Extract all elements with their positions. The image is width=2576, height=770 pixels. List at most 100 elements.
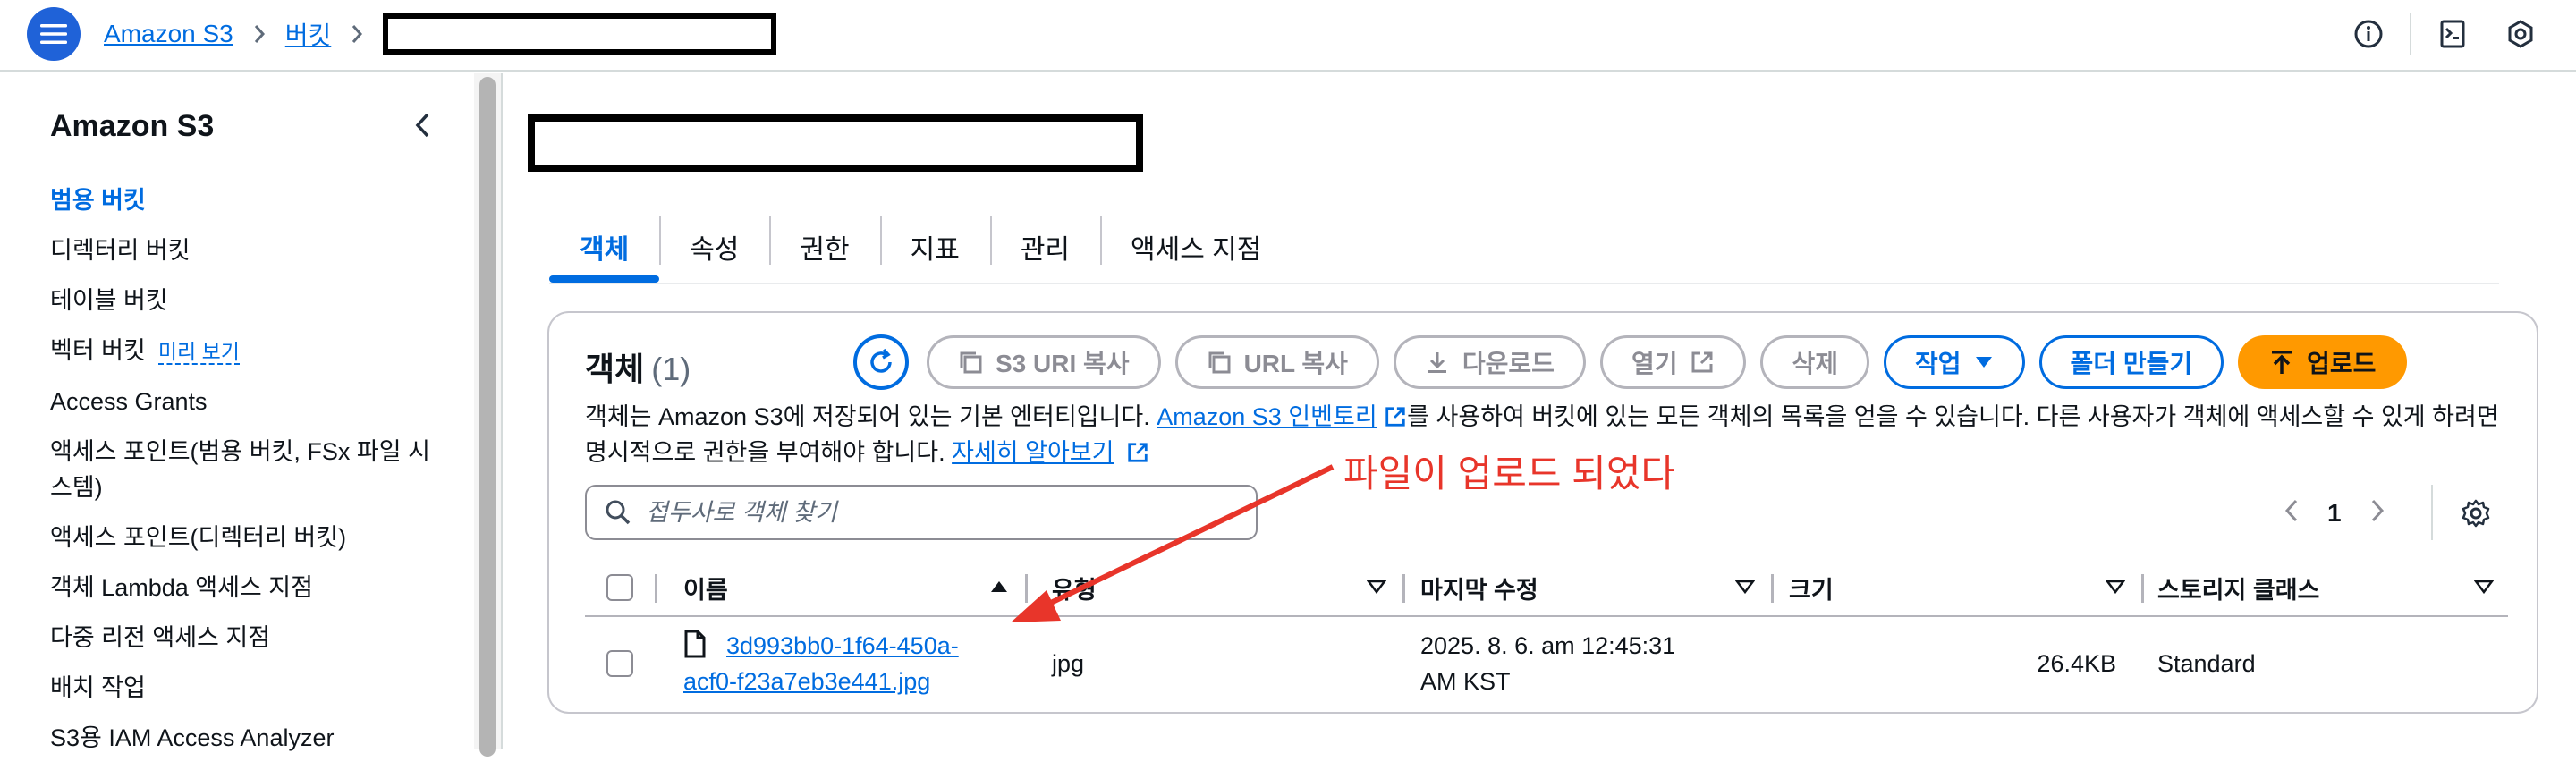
- tab-properties[interactable]: 속성: [659, 211, 769, 283]
- object-storage-class-cell: Standard: [2157, 650, 2256, 677]
- tab-permissions[interactable]: 권한: [769, 211, 879, 283]
- button-label: 작업: [1915, 350, 1962, 377]
- sidebar-item-general-buckets[interactable]: 범용 버킷: [50, 182, 444, 218]
- divider: [2431, 485, 2433, 540]
- sidebar-nav: 범용 버킷 디렉터리 버킷 테이블 버킷 벡터 버킷 미리 보기 Access G…: [50, 182, 444, 770]
- sidebar-title: Amazon S3: [50, 109, 215, 143]
- column-header-last-modified[interactable]: 마지막 수정: [1420, 560, 1769, 615]
- tab-access-points[interactable]: 액세스 지점: [1100, 211, 1292, 283]
- sidebar-item-batch-operations[interactable]: 배치 작업: [50, 670, 444, 706]
- search-icon: [606, 500, 631, 525]
- breadcrumb-amazon-s3[interactable]: Amazon S3: [104, 20, 233, 48]
- column-header-storage-class[interactable]: 스토리지 클래스: [2157, 560, 2508, 615]
- column-divider: [1771, 574, 1774, 603]
- delete-button[interactable]: 삭제: [1760, 335, 1870, 389]
- table-settings-gear-icon[interactable]: [2458, 495, 2494, 531]
- sidebar-item-access-grants[interactable]: Access Grants: [50, 384, 444, 419]
- open-button[interactable]: 열기: [1599, 335, 1747, 389]
- caret-down-icon: [1975, 357, 1992, 368]
- sidebar-item-label: 다중 리전 액세스 지점: [50, 624, 271, 651]
- panel-title: 객체 (1): [585, 343, 691, 390]
- info-icon[interactable]: [2351, 16, 2386, 52]
- breadcrumb: Amazon S3 버킷: [104, 13, 777, 55]
- column-label: 스토리지 클래스: [2157, 576, 2320, 604]
- button-label: 다운로드: [1462, 350, 1555, 377]
- external-link-icon: [1691, 351, 1713, 373]
- tab-management[interactable]: 관리: [989, 211, 1100, 283]
- column-label: 크기: [1789, 576, 1834, 604]
- object-modified-cell: 2025. 8. 6. am 12:45:31 AM KST: [1420, 617, 1675, 710]
- column-divider: [2141, 574, 2144, 603]
- copy-icon: [960, 351, 982, 374]
- object-name-cell: 3d993bb0-1f64-450a- acf0-f23a7eb3e441.jp…: [683, 617, 1023, 710]
- collapse-sidebar-button[interactable]: [406, 107, 438, 143]
- row-checkbox[interactable]: [606, 617, 633, 710]
- current-page[interactable]: 1: [2327, 499, 2342, 528]
- preview-badge[interactable]: 미리 보기: [157, 340, 240, 365]
- sidebar-item-vector-buckets[interactable]: 벡터 버킷 미리 보기: [50, 333, 444, 369]
- table-row: 3d993bb0-1f64-450a- acf0-f23a7eb3e441.jp…: [585, 617, 2508, 710]
- sidebar-item-object-lambda[interactable]: 객체 Lambda 액세스 지점: [50, 570, 444, 605]
- object-name-line: 3d993bb0-1f64-450a-: [726, 632, 959, 659]
- tab-metrics[interactable]: 지표: [879, 211, 990, 283]
- sidebar-item-multi-region[interactable]: 다중 리전 액세스 지점: [50, 620, 444, 656]
- sort-icon: [1735, 580, 1755, 594]
- sidebar: Amazon S3 범용 버킷 디렉터리 버킷 테이블 버킷 벡터 버킷 미리 보…: [0, 73, 483, 751]
- select-all-checkbox[interactable]: [606, 560, 633, 615]
- chevron-right-icon[interactable]: [2370, 498, 2385, 529]
- download-button[interactable]: 다운로드: [1393, 335, 1586, 389]
- tab-objects[interactable]: 객체: [549, 211, 660, 283]
- sidebar-item-iam-access-analyzer[interactable]: S3용 IAM Access Analyzer: [50, 720, 444, 756]
- divider: [501, 73, 503, 749]
- chevron-left-icon[interactable]: [2284, 498, 2299, 529]
- sidebar-item-label: 테이블 버킷: [50, 287, 168, 314]
- chevron-left-icon: [415, 113, 429, 138]
- refresh-button[interactable]: [853, 334, 909, 390]
- settings-hex-icon[interactable]: [2503, 16, 2538, 52]
- sidebar-item-label: 배치 작업: [50, 674, 146, 701]
- sidebar-item-access-points-general[interactable]: 액세스 포인트(범용 버킷, FSx 파일 시스템): [50, 434, 444, 505]
- sidebar-scrollbar-thumb[interactable]: [479, 77, 496, 757]
- annotation-arrow: [1011, 464, 1335, 622]
- column-divider: [1402, 574, 1405, 603]
- annotation-text: 파일이 업로드 되었다: [1343, 453, 1676, 495]
- sidebar-item-label: 액세스 포인트(디렉터리 버킷): [50, 524, 347, 551]
- copy-s3-uri-button[interactable]: S3 URI 복사: [927, 335, 1161, 389]
- modified-line: AM KST: [1420, 668, 1511, 695]
- object-count: (1): [651, 351, 691, 387]
- redacted-bucket-name: [383, 13, 777, 55]
- sort-icon: [2474, 580, 2494, 594]
- object-name-line: acf0-f23a7eb3e441.jpg: [683, 668, 931, 695]
- download-icon: [1428, 352, 1446, 373]
- inventory-link[interactable]: Amazon S3 인벤토리: [1157, 403, 1377, 430]
- upload-button[interactable]: 업로드: [2238, 335, 2408, 389]
- pagination: 1: [2284, 488, 2385, 538]
- menu-button[interactable]: [27, 7, 80, 61]
- cloudshell-icon[interactable]: [2435, 16, 2470, 52]
- create-folder-button[interactable]: 폴더 만들기: [2038, 335, 2224, 389]
- breadcrumb-buckets[interactable]: 버킷: [285, 16, 332, 52]
- table-header: 이름 유형 마지막 수정 크기 스토리지 클래스: [585, 560, 2508, 617]
- object-name-link[interactable]: 3d993bb0-1f64-450a- acf0-f23a7eb3e441.jp…: [683, 628, 1023, 699]
- copy-url-button[interactable]: URL 복사: [1174, 335, 1379, 389]
- sidebar-item-label: 액세스 포인트(범용 버킷, FSx 파일 시스템): [50, 438, 430, 501]
- sort-icon: [1367, 580, 1386, 594]
- column-header-size[interactable]: 크기: [1789, 560, 2140, 615]
- button-label: S3 URI 복사: [996, 350, 1130, 377]
- chevron-right-icon: [351, 24, 363, 44]
- column-header-name[interactable]: 이름: [683, 560, 1023, 615]
- tab-list: 객체 속성 권한 지표 관리 액세스 지점: [549, 211, 1292, 283]
- objects-table: 이름 유형 마지막 수정 크기 스토리지 클래스: [585, 560, 2508, 710]
- column-label: 이름: [683, 576, 728, 604]
- button-label: 열기: [1631, 350, 1678, 377]
- sort-icon: [2106, 580, 2125, 594]
- sidebar-item-access-points-directory[interactable]: 액세스 포인트(디렉터리 버킷): [50, 520, 444, 555]
- object-size-cell: 26.4KB: [2037, 650, 2116, 677]
- sidebar-item-label: Access Grants: [50, 388, 208, 415]
- sidebar-item-table-buckets[interactable]: 테이블 버킷: [50, 283, 444, 318]
- objects-panel: 객체 (1) S3 URI 복사 URL 복사 다운로드 열기 삭제 작업 폴더…: [547, 311, 2538, 714]
- sidebar-item-directory-buckets[interactable]: 디렉터리 버킷: [50, 233, 444, 268]
- actions-dropdown[interactable]: 작업: [1884, 335, 2025, 389]
- sidebar-item-label: 디렉터리 버킷: [50, 237, 191, 264]
- button-label: 폴더 만들기: [2070, 350, 2193, 377]
